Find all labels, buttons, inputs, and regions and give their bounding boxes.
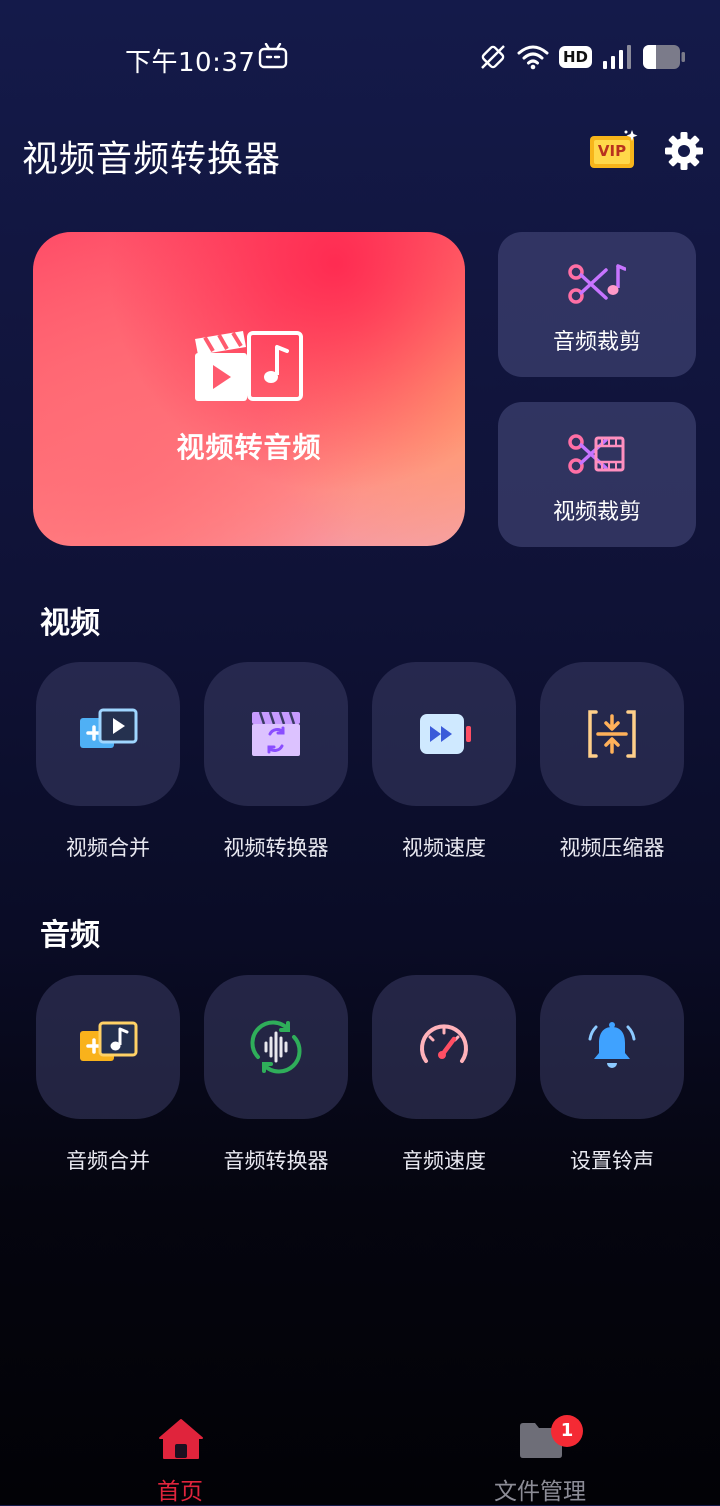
- ringtone-bell-icon: [588, 1022, 636, 1068]
- audio-convert-icon: [250, 1020, 302, 1074]
- video-speed-label: 视频速度: [402, 836, 486, 860]
- audio-merge-button[interactable]: [36, 975, 180, 1119]
- video-speed-icon: [420, 714, 471, 754]
- video-convert-button[interactable]: [204, 662, 348, 806]
- video-trim-label: 视频裁剪: [552, 500, 641, 525]
- hd-icon: HD: [558, 46, 592, 68]
- audio-convert-label: 音频转换器: [223, 1149, 329, 1173]
- nav-files-label[interactable]: 文件管理: [470, 1472, 610, 1506]
- status-time: 下午10:37: [125, 48, 256, 78]
- audio-trim-label: 音频裁剪: [552, 330, 641, 355]
- audio-merge-label: 音频合并: [66, 1149, 150, 1173]
- video-to-audio-card[interactable]: 视频转音频: [33, 232, 465, 546]
- video-to-audio-icon: [195, 331, 303, 401]
- audio-speed-label: 音频速度: [402, 1149, 486, 1173]
- video-convert-label: 视频转换器: [223, 836, 329, 860]
- video-merge-label: 视频合并: [66, 836, 150, 860]
- video-to-audio-label: 视频转音频: [176, 431, 322, 464]
- video-trim-icon: [568, 434, 625, 474]
- files-badge: 1: [551, 1415, 583, 1447]
- signal-icon: [603, 45, 631, 69]
- settings-gear-icon[interactable]: [664, 131, 704, 171]
- video-section-title: 视频: [40, 606, 100, 641]
- video-merge-icon: [80, 708, 138, 748]
- audio-speed-button[interactable]: [372, 975, 516, 1119]
- video-speed-button[interactable]: [372, 662, 516, 806]
- audio-merge-icon: [80, 1021, 138, 1061]
- robot-notification-icon: [258, 43, 288, 69]
- home-icon[interactable]: [158, 1418, 204, 1460]
- ringtone-label: 设置铃声: [570, 1149, 654, 1173]
- video-compress-button[interactable]: [540, 662, 684, 806]
- vip-button[interactable]: VIP: [588, 128, 640, 172]
- audio-trim-card[interactable]: 音频裁剪: [498, 232, 696, 377]
- audio-section-title: 音频: [40, 918, 100, 953]
- ringtone-button[interactable]: [540, 975, 684, 1119]
- video-trim-card[interactable]: 视频裁剪: [498, 402, 696, 547]
- audio-convert-button[interactable]: [204, 975, 348, 1119]
- video-compress-icon: [588, 710, 636, 758]
- video-merge-button[interactable]: [36, 662, 180, 806]
- status-icons: HD: [479, 41, 686, 73]
- audio-trim-icon: [568, 264, 626, 304]
- vip-label: VIP: [597, 142, 627, 160]
- nav-home-label[interactable]: 首页: [130, 1472, 230, 1506]
- video-compress-label: 视频压缩器: [559, 836, 665, 860]
- app-title: 视频音频转换器: [22, 139, 282, 180]
- video-convert-icon: [252, 711, 300, 756]
- wifi-icon: [517, 45, 549, 70]
- audio-speed-icon: [420, 1024, 468, 1063]
- rotate-lock-icon: [481, 45, 505, 69]
- battery-icon: [643, 45, 685, 69]
